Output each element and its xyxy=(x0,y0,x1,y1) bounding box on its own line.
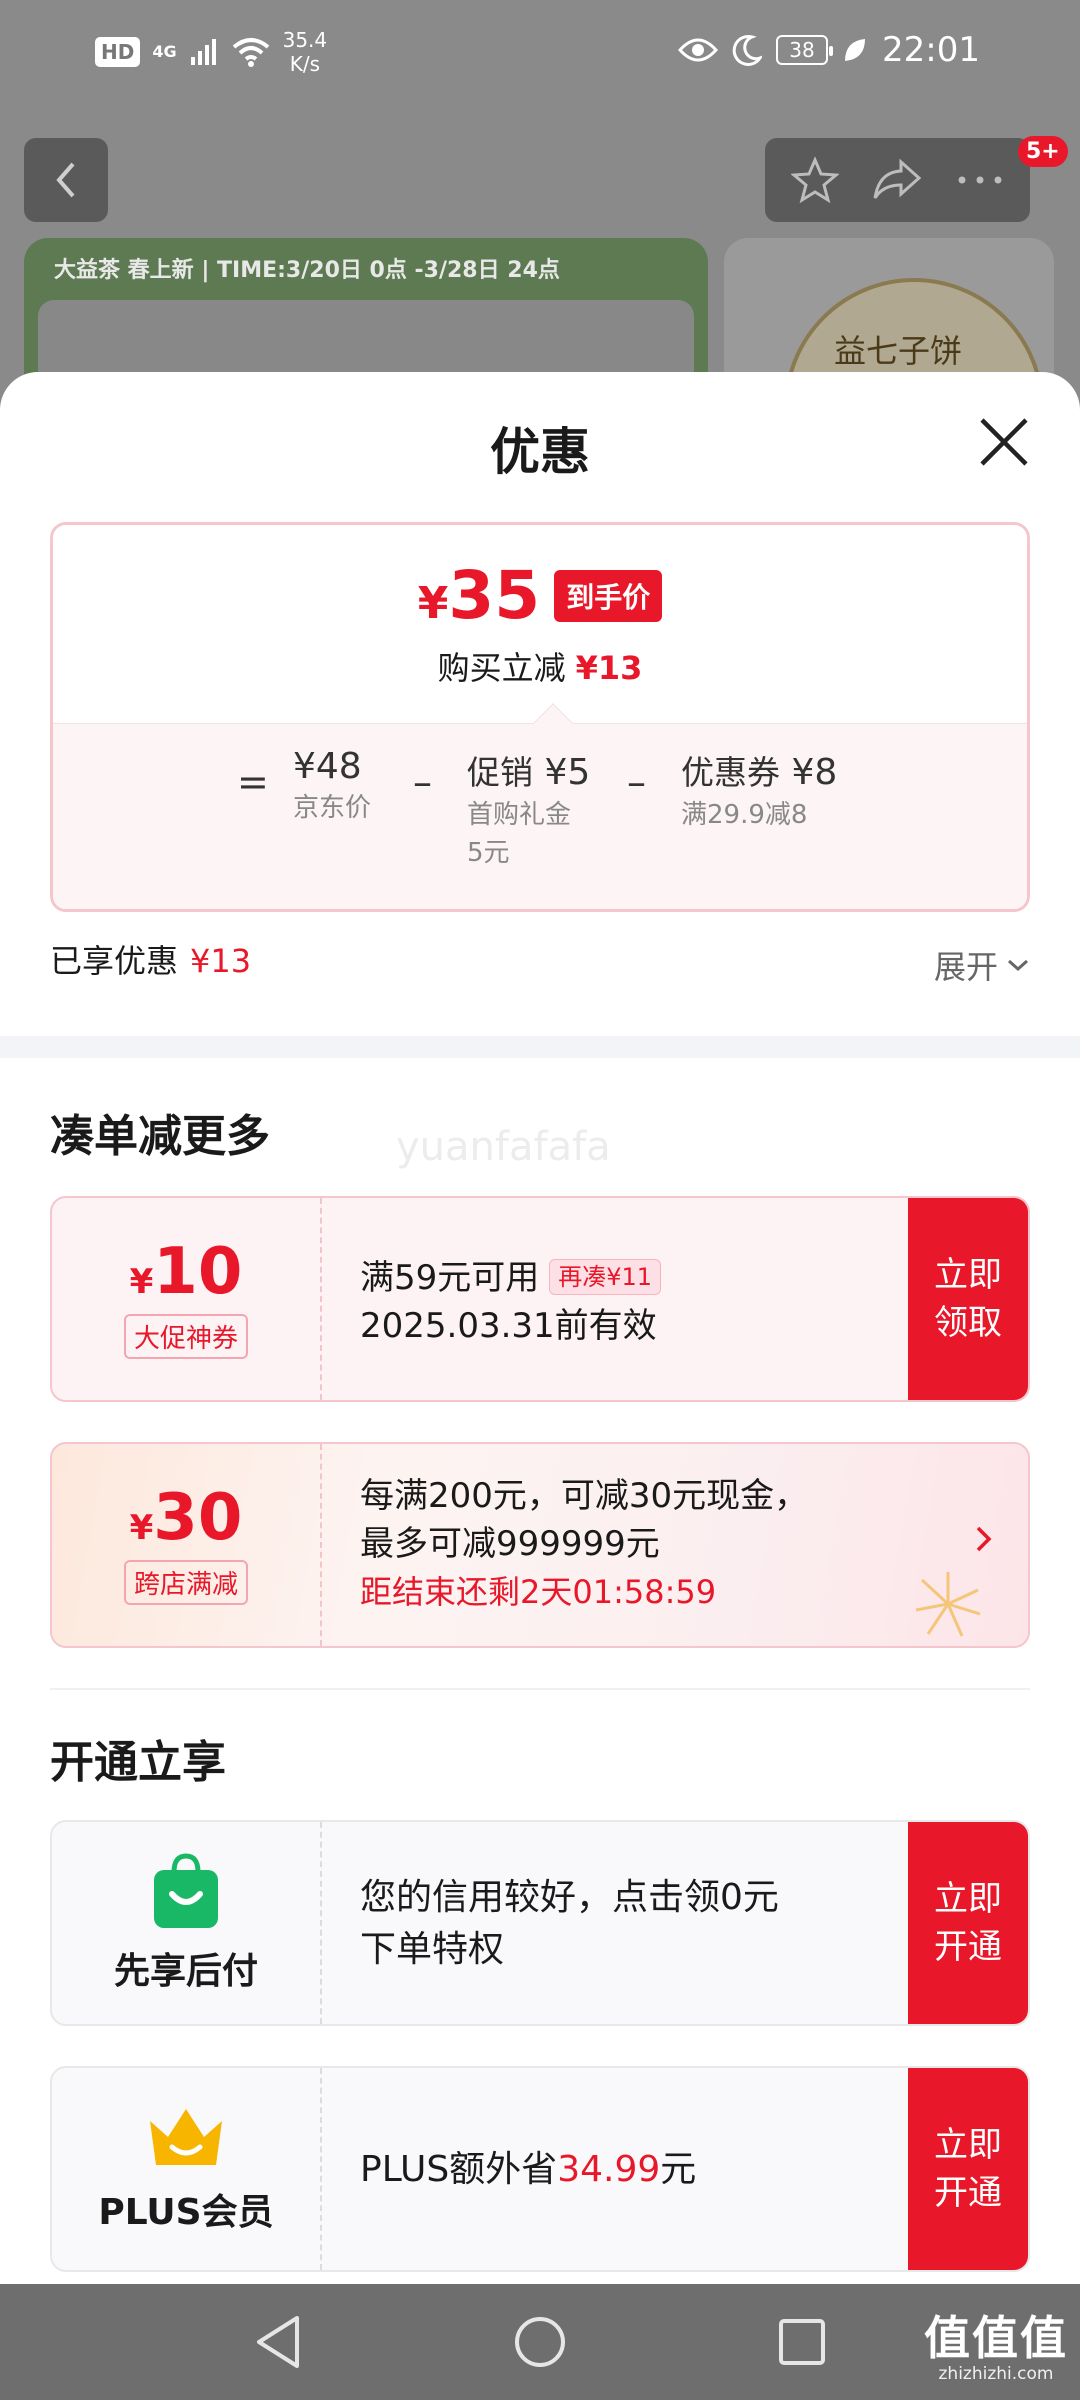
pay-later-card: 先享后付 您的信用较好，点击领0元 下单特权 立即 开通 xyxy=(50,1820,1030,2026)
instant-discount: 购买立减 ¥13 xyxy=(437,649,643,687)
back-button[interactable] xyxy=(24,138,108,222)
expand-button[interactable]: 展开 xyxy=(934,942,1030,988)
chevron-right-icon xyxy=(976,1526,992,1552)
coupon-condition: 满59元可用 xyxy=(360,1258,540,1298)
activate-pay-later-button[interactable]: 立即 开通 xyxy=(908,1822,1028,2024)
countdown-timer: 距结束还剩2天01:58:59 xyxy=(360,1573,717,1611)
clock: 22:01 xyxy=(882,30,980,70)
network-type: 4G xyxy=(152,42,177,61)
nav-back-icon[interactable] xyxy=(253,2314,303,2370)
banner-text: 大益茶 春上新 | TIME:3/20日 0点 -3/28日 24点 xyxy=(54,258,560,283)
hd-icon: HD xyxy=(95,37,141,67)
shopping-bag-icon xyxy=(154,1853,218,1928)
nav-recents-icon[interactable] xyxy=(777,2317,827,2367)
moon-icon xyxy=(732,34,763,66)
coupon-big-promo: ¥10 大促神券 满59元可用 再凑¥11 2025.03.31前有效 立即 领取 xyxy=(50,1196,1030,1402)
add-more-tag: 再凑¥11 xyxy=(549,1259,662,1295)
coupon-rule: 每满200元，可减30元现金， xyxy=(360,1476,809,1516)
coupon-discount: 优惠券 ¥8 满29.9减8 xyxy=(681,752,838,830)
final-price: ¥35 xyxy=(417,557,541,634)
battery-icon: 38 xyxy=(776,35,834,65)
watermark: yuanfafafa xyxy=(396,1124,611,1170)
top-actions xyxy=(765,138,1030,222)
firework-decoration xyxy=(915,1572,981,1637)
chevron-left-icon xyxy=(56,162,75,198)
crown-icon xyxy=(150,2109,222,2165)
pay-later-name: 先享后付 xyxy=(113,1951,258,1992)
coupon-cross-store[interactable]: ¥30 跨店满减 每满200元，可减30元现金， 最多可减999999元 距结束… xyxy=(50,1442,1030,1648)
final-price-tag: 到手价 xyxy=(554,570,663,622)
price-breakdown: ¥35 到手价 购买立减 ¥13 = ¥48 京东价 – 促销 ¥5 首购礼金 5… xyxy=(50,522,1030,912)
coupon-max: 最多可减999999元 xyxy=(360,1524,660,1564)
promo-discount: 促销 ¥5 首购礼金 5元 xyxy=(467,752,591,868)
share-icon[interactable] xyxy=(871,158,923,202)
price-calculation: = ¥48 京东价 – 促销 ¥5 首购礼金 5元 – 优惠券 ¥8 满29.9… xyxy=(53,723,1027,909)
coupon-amount: ¥30 xyxy=(129,1480,243,1555)
minus-sign: – xyxy=(413,760,432,804)
section-divider xyxy=(0,1036,1080,1058)
section-title-open: 开通立享 xyxy=(50,1737,226,1788)
coupon-type-tag: 跨店满减 xyxy=(123,1559,248,1605)
signal-icon xyxy=(190,39,216,65)
more-icon[interactable] xyxy=(956,174,1004,186)
system-navigation-bar xyxy=(0,2284,1080,2400)
sheet-title: 优惠 xyxy=(490,423,590,481)
activate-plus-button[interactable]: 立即 开通 xyxy=(908,2068,1028,2270)
equals-sign: = xyxy=(237,760,269,804)
status-bar: HD 4G 35.4 K/s 38 22:01 xyxy=(0,0,1080,110)
network-speed: 35.4 K/s xyxy=(282,28,328,76)
plus-name: PLUS会员 xyxy=(98,2192,274,2233)
section-title-more: 凑单减更多 xyxy=(50,1111,270,1162)
chevron-down-icon xyxy=(1008,959,1028,972)
minus-sign: – xyxy=(627,760,646,804)
plus-description: PLUS额外省34.99元 xyxy=(360,2149,697,2190)
leaf-icon xyxy=(845,39,866,61)
site-watermark: 值值值 zhizhizhi.com xyxy=(924,2311,1068,2384)
jd-price: ¥48 京东价 xyxy=(293,746,372,823)
nav-home-icon[interactable] xyxy=(513,2315,567,2369)
pay-later-description: 您的信用较好，点击领0元 下单特权 xyxy=(360,1877,779,1970)
enjoyed-discount: 已享优惠 ¥13 xyxy=(50,942,252,980)
star-icon[interactable] xyxy=(791,156,840,204)
claim-coupon-button[interactable]: 立即 领取 xyxy=(908,1198,1028,1400)
coupon-type-tag: 大促神券 xyxy=(123,1313,248,1359)
wifi-icon xyxy=(232,38,269,67)
coupon-validity: 2025.03.31前有效 xyxy=(360,1306,657,1346)
divider-line xyxy=(50,1688,1030,1690)
product-image-text: 益七子饼 xyxy=(834,332,963,370)
plus-member-card: PLUS会员 PLUS额外省34.99元 立即 开通 xyxy=(50,2066,1030,2272)
discount-sheet: 优惠 ¥35 到手价 购买立减 ¥13 = ¥48 京东价 – 促销 ¥5 首购礼… xyxy=(0,372,1080,2284)
eye-icon xyxy=(678,38,719,62)
message-badge: 5+ xyxy=(1018,136,1068,167)
close-icon[interactable] xyxy=(976,414,1032,470)
coupon-amount: ¥10 xyxy=(129,1234,243,1309)
